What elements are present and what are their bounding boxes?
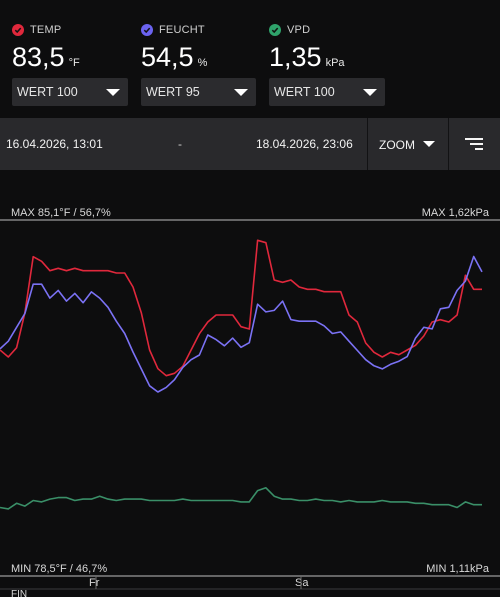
vpd-series-line bbox=[0, 486, 482, 510]
temp-series-line bbox=[0, 239, 482, 377]
humidity-series-line bbox=[0, 255, 483, 393]
sensor-history-chart[interactable] bbox=[0, 0, 500, 597]
